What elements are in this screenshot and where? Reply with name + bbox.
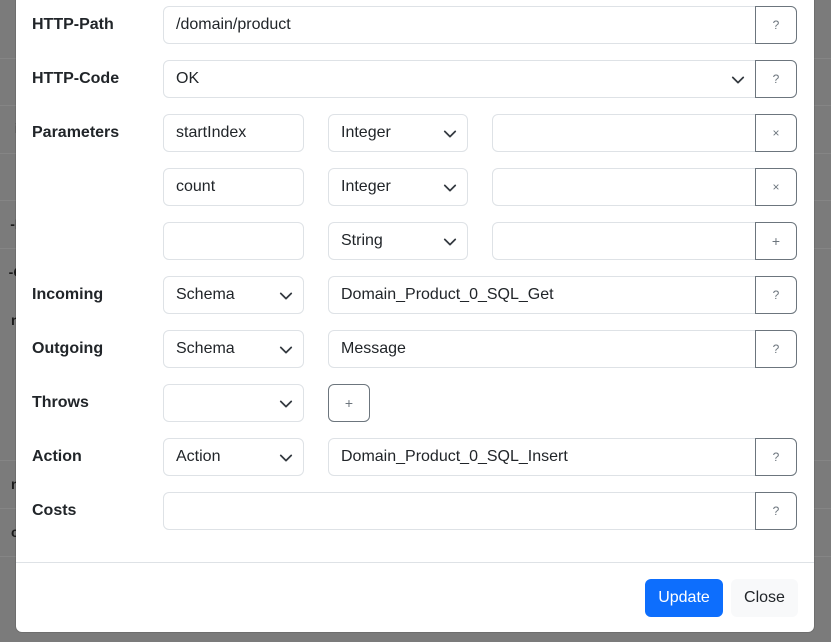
chevron-down-icon bbox=[443, 184, 457, 192]
parameter-row: count Integer × bbox=[16, 168, 814, 206]
parameter-type-value: Integer bbox=[341, 124, 391, 141]
action-kind-value: Action bbox=[176, 448, 221, 465]
remove-parameter-button[interactable]: × bbox=[755, 114, 797, 152]
costs-row: Costs ? bbox=[16, 492, 814, 530]
close-icon: × bbox=[772, 126, 780, 140]
outgoing-help-button[interactable]: ? bbox=[755, 330, 797, 368]
http-code-label: HTTP-Code bbox=[32, 70, 120, 87]
parameter-name-input[interactable]: startIndex bbox=[163, 114, 304, 152]
outgoing-kind-value: Schema bbox=[176, 340, 235, 357]
action-name-input[interactable]: Domain_Product_0_SQL_Insert bbox=[328, 438, 756, 476]
http-path-help-button[interactable]: ? bbox=[755, 6, 797, 44]
parameter-type-value: String bbox=[341, 232, 383, 249]
parameter-type-select[interactable]: Integer bbox=[328, 168, 468, 206]
plus-icon: + bbox=[344, 395, 354, 411]
help-icon: ? bbox=[772, 504, 780, 518]
incoming-row: Incoming Schema Domain_Product_0_SQL_Get… bbox=[16, 276, 814, 314]
http-code-help-button[interactable]: ? bbox=[755, 60, 797, 98]
http-path-label: HTTP-Path bbox=[32, 16, 114, 33]
help-icon: ? bbox=[772, 288, 780, 302]
costs-label: Costs bbox=[32, 502, 77, 519]
incoming-help-button[interactable]: ? bbox=[755, 276, 797, 314]
throws-row: Throws + bbox=[16, 384, 814, 422]
outgoing-schema-input[interactable]: Message bbox=[328, 330, 756, 368]
modal-footer-divider bbox=[16, 562, 814, 563]
chevron-down-icon bbox=[443, 130, 457, 138]
parameter-type-value: Integer bbox=[341, 178, 391, 195]
outgoing-kind-select[interactable]: Schema bbox=[163, 330, 304, 368]
throws-select[interactable] bbox=[163, 384, 304, 422]
new-parameter-name-input[interactable] bbox=[163, 222, 304, 260]
chevron-down-icon bbox=[279, 346, 293, 354]
outgoing-row: Outgoing Schema Message ? bbox=[16, 330, 814, 368]
chevron-down-icon bbox=[443, 238, 457, 246]
parameter-value-input[interactable] bbox=[492, 114, 756, 152]
close-icon: × bbox=[772, 180, 780, 194]
add-parameter-button[interactable]: + bbox=[755, 222, 797, 260]
http-code-value: OK bbox=[176, 70, 200, 87]
parameters-label: Parameters bbox=[32, 124, 120, 141]
chevron-down-icon bbox=[279, 400, 293, 408]
edit-endpoint-modal: HTTP-Path /domain/product ? HTTP-Code OK… bbox=[16, 0, 814, 632]
plus-icon: + bbox=[771, 233, 781, 249]
outgoing-label: Outgoing bbox=[32, 340, 104, 357]
http-path-input[interactable]: /domain/product bbox=[163, 6, 756, 44]
http-code-select[interactable]: OK bbox=[163, 60, 756, 98]
throws-label: Throws bbox=[32, 394, 89, 411]
chevron-down-icon bbox=[279, 454, 293, 462]
http-path-row: HTTP-Path /domain/product ? bbox=[16, 6, 814, 44]
action-label: Action bbox=[32, 448, 82, 465]
remove-parameter-button[interactable]: × bbox=[755, 168, 797, 206]
add-throws-button[interactable]: + bbox=[328, 384, 370, 422]
incoming-kind-value: Schema bbox=[176, 286, 235, 303]
close-button[interactable]: Close bbox=[731, 579, 798, 617]
new-parameter-value-input[interactable] bbox=[492, 222, 756, 260]
parameter-type-select[interactable]: Integer bbox=[328, 114, 468, 152]
http-code-row: HTTP-Code OK ? bbox=[16, 60, 814, 98]
help-icon: ? bbox=[772, 450, 780, 464]
action-row: Action Action Domain_Product_0_SQL_Inser… bbox=[16, 438, 814, 476]
incoming-label: Incoming bbox=[32, 286, 104, 303]
costs-help-button[interactable]: ? bbox=[755, 492, 797, 530]
update-button[interactable]: Update bbox=[645, 579, 723, 617]
chevron-down-icon bbox=[279, 292, 293, 300]
parameter-row: Parameters startIndex Integer × bbox=[16, 114, 814, 152]
incoming-kind-select[interactable]: Schema bbox=[163, 276, 304, 314]
action-help-button[interactable]: ? bbox=[755, 438, 797, 476]
help-icon: ? bbox=[772, 72, 780, 86]
parameter-name-input[interactable]: count bbox=[163, 168, 304, 206]
new-parameter-type-select[interactable]: String bbox=[328, 222, 468, 260]
incoming-schema-input[interactable]: Domain_Product_0_SQL_Get bbox=[328, 276, 756, 314]
action-kind-select[interactable]: Action bbox=[163, 438, 304, 476]
new-parameter-row: String + bbox=[16, 222, 814, 260]
help-icon: ? bbox=[772, 342, 780, 356]
parameter-value-input[interactable] bbox=[492, 168, 756, 206]
costs-input[interactable] bbox=[163, 492, 756, 530]
help-icon: ? bbox=[772, 18, 780, 32]
chevron-down-icon bbox=[731, 76, 745, 84]
